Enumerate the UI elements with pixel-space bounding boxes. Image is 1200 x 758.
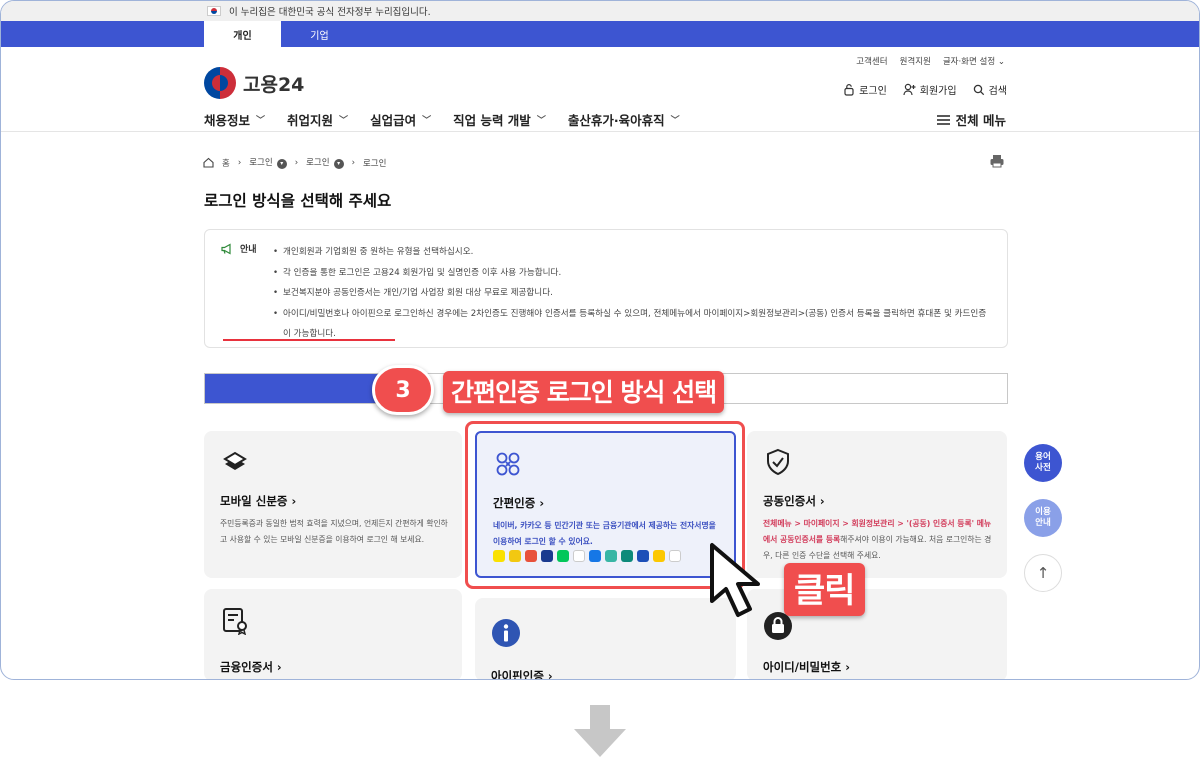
tab-business[interactable]: 기업 bbox=[281, 21, 358, 47]
main-nav: 채용정보 ﹀ 취업지원 ﹀ 실업급여 ﹀ 직업 능력 개발 ﹀ 출산휴가·육아휴직 ﹀ bbox=[204, 110, 680, 129]
chevron-down-icon: ﹀ bbox=[536, 116, 546, 126]
notice-label: 안내 bbox=[221, 242, 257, 255]
nav-item-parental-leave[interactable]: 출산휴가·육아휴직 ﹀ bbox=[568, 110, 680, 129]
card-description: 주민등록증과 동일한 법적 효력을 지녔으며, 언제든지 간편하게 확인하고 사… bbox=[220, 519, 448, 544]
annotation-step-badge: 3 bbox=[372, 365, 434, 415]
page-title: 로그인 방식을 선택해 주세요 bbox=[204, 192, 392, 210]
chevron-down-icon: ﹀ bbox=[339, 116, 349, 126]
usage-guide-button[interactable]: 이용 안내 bbox=[1024, 499, 1062, 537]
usage-guide-label: 이용 안내 bbox=[1035, 507, 1051, 528]
card-title: 아이디/비밀번호 › bbox=[763, 660, 851, 674]
all-menu-button[interactable]: 전체 메뉴 bbox=[936, 110, 1006, 129]
search-link[interactable]: 검색 bbox=[973, 82, 1007, 97]
hamburger-icon bbox=[936, 114, 950, 125]
site-header: 고객센터 원격지원 글자·화면 설정 ⌄ 고용24 로그인 회원가입 검색 채용… bbox=[1, 47, 1199, 132]
browser-frame: 이 누리집은 대한민국 공식 전자정부 누리집입니다. 개인 기업 고객센터 원… bbox=[0, 0, 1200, 680]
selector-active-segment[interactable] bbox=[205, 374, 383, 403]
breadcrumb-label: 로그인 bbox=[306, 158, 330, 168]
korea-flag-icon bbox=[207, 6, 221, 16]
gov-emblem-icon bbox=[204, 67, 236, 99]
tab-personal[interactable]: 개인 bbox=[204, 21, 281, 47]
nav-label: 취업지원 bbox=[287, 113, 334, 128]
breadcrumb: 홈 › 로그인 ▾ › 로그인 ▾ › 로그인 bbox=[203, 156, 386, 169]
breadcrumb-item[interactable]: 로그인 ▾ bbox=[306, 156, 344, 169]
user-plus-icon bbox=[903, 83, 916, 96]
nav-label: 출산휴가·육아휴직 bbox=[567, 113, 665, 128]
dropdown-dot-icon[interactable]: ▾ bbox=[333, 159, 344, 169]
account-links: 로그인 회원가입 검색 bbox=[843, 82, 1007, 97]
card-title: 모바일 신분증 › bbox=[220, 494, 297, 508]
nav-label: 실업급여 bbox=[370, 113, 417, 128]
breadcrumb-label: 로그인 bbox=[249, 158, 273, 168]
dropdown-dot-icon[interactable]: ▾ bbox=[276, 159, 287, 169]
annotation-click-label: 클릭 bbox=[784, 563, 865, 616]
nav-item-jobs[interactable]: 채용정보 ﹀ bbox=[204, 110, 265, 129]
print-icon[interactable] bbox=[989, 153, 1005, 169]
info-icon bbox=[492, 619, 520, 647]
login-card-ipin[interactable]: 아이핀인증 › bbox=[475, 598, 736, 680]
card-title: 공동인증서 › bbox=[763, 494, 825, 508]
user-type-tabs: 개인 기업 bbox=[1, 21, 1199, 47]
login-card-financial-cert[interactable]: 금융인증서 › bbox=[204, 589, 462, 679]
utility-links: 고객센터 원격지원 글자·화면 설정 ⌄ bbox=[856, 55, 1005, 67]
breadcrumb-separator-icon: › bbox=[237, 157, 242, 168]
search-icon bbox=[973, 84, 984, 95]
megaphone-icon bbox=[221, 242, 231, 255]
login-card-mobile-id[interactable]: 모바일 신분증 › 주민등록증과 동일한 법적 효력을 지녔으며, 언제든지 간… bbox=[204, 431, 462, 578]
signup-label: 회원가입 bbox=[919, 86, 957, 97]
nav-item-vocational-training[interactable]: 직업 능력 개발 ﹀ bbox=[453, 110, 546, 129]
certificate-icon bbox=[223, 608, 247, 635]
mouse-cursor-icon bbox=[710, 543, 760, 617]
notice-item: 개인회원과 기업회원 중 원하는 유형을 선택하십시오. bbox=[273, 242, 993, 263]
chevron-down-icon: ﹀ bbox=[422, 116, 432, 126]
breadcrumb-item[interactable]: 로그인 ▾ bbox=[249, 156, 287, 169]
lock-icon bbox=[844, 84, 854, 96]
notice-box: 안내 개인회원과 기업회원 중 원하는 유형을 선택하십시오. 각 인증을 통한… bbox=[204, 229, 1008, 348]
display-settings-link[interactable]: 글자·화면 설정 ⌄ bbox=[943, 55, 1005, 67]
gov-banner: 이 누리집은 대한민국 공식 전자정부 누리집입니다. bbox=[1, 1, 1199, 21]
arrow-down-icon bbox=[574, 705, 626, 757]
search-label: 검색 bbox=[988, 86, 1007, 97]
shield-check-icon bbox=[767, 448, 789, 476]
nav-item-unemployment-benefit[interactable]: 실업급여 ﹀ bbox=[370, 110, 431, 129]
arrow-up-icon: ↑ bbox=[1036, 563, 1050, 582]
chevron-down-icon: ﹀ bbox=[670, 116, 680, 126]
login-card-joint-cert[interactable]: 공동인증서 › 전체메뉴 > 마이페이지 > 회원정보관리 > '(공동) 인증… bbox=[747, 431, 1007, 578]
scroll-top-button[interactable]: ↑ bbox=[1024, 554, 1062, 592]
annotation-step-title: 간편인증 로그인 방식 선택 bbox=[443, 371, 725, 413]
remote-support-link[interactable]: 원격지원 bbox=[900, 55, 931, 67]
signup-link[interactable]: 회원가입 bbox=[903, 82, 957, 97]
gov-banner-text: 이 누리집은 대한민국 공식 전자정부 누리집입니다. bbox=[229, 7, 431, 18]
card-description: 전체메뉴 > 마이페이지 > 회원정보관리 > '(공동) 인증서 등록' 메뉴… bbox=[763, 516, 995, 564]
nav-item-employment-support[interactable]: 취업지원 ﹀ bbox=[287, 110, 348, 129]
card-title: 금융인증서 › bbox=[220, 660, 282, 674]
logo-text: 고용24 bbox=[243, 73, 305, 96]
breadcrumb-current: 로그인 bbox=[362, 158, 387, 169]
login-link[interactable]: 로그인 bbox=[843, 82, 887, 97]
notice-list: 개인회원과 기업회원 중 원하는 유형을 선택하십시오. 각 인증을 통한 로그… bbox=[273, 242, 993, 345]
card-title: 아이핀인증 › bbox=[491, 669, 553, 680]
all-menu-label: 전체 메뉴 bbox=[955, 113, 1006, 128]
customer-center-link[interactable]: 고객센터 bbox=[856, 55, 887, 67]
glossary-button[interactable]: 용어 사전 bbox=[1024, 444, 1062, 482]
layers-icon bbox=[223, 451, 247, 470]
breadcrumb-separator-icon: › bbox=[351, 157, 355, 168]
annotation-highlight-box bbox=[465, 421, 745, 589]
site-logo[interactable]: 고용24 bbox=[204, 67, 304, 99]
breadcrumb-separator-icon: › bbox=[294, 157, 299, 168]
notice-item: 보건복지분야 공동인증서는 개인/기업 사업장 회원 대상 무료로 제공합니다. bbox=[273, 283, 993, 304]
glossary-label: 용어 사전 bbox=[1035, 452, 1051, 473]
nav-label: 직업 능력 개발 bbox=[453, 113, 531, 128]
login-label: 로그인 bbox=[859, 86, 887, 97]
home-icon bbox=[203, 157, 214, 168]
nav-label: 채용정보 bbox=[204, 113, 251, 128]
breadcrumb-home[interactable]: 홈 bbox=[222, 157, 230, 169]
annotation-underline bbox=[223, 339, 395, 341]
chevron-down-icon: ﹀ bbox=[256, 116, 266, 126]
notice-label-text: 안내 bbox=[240, 245, 257, 255]
notice-item: 각 인증을 통한 로그인은 고용24 회원가입 및 실명인증 이후 사용 가능합… bbox=[273, 263, 993, 284]
